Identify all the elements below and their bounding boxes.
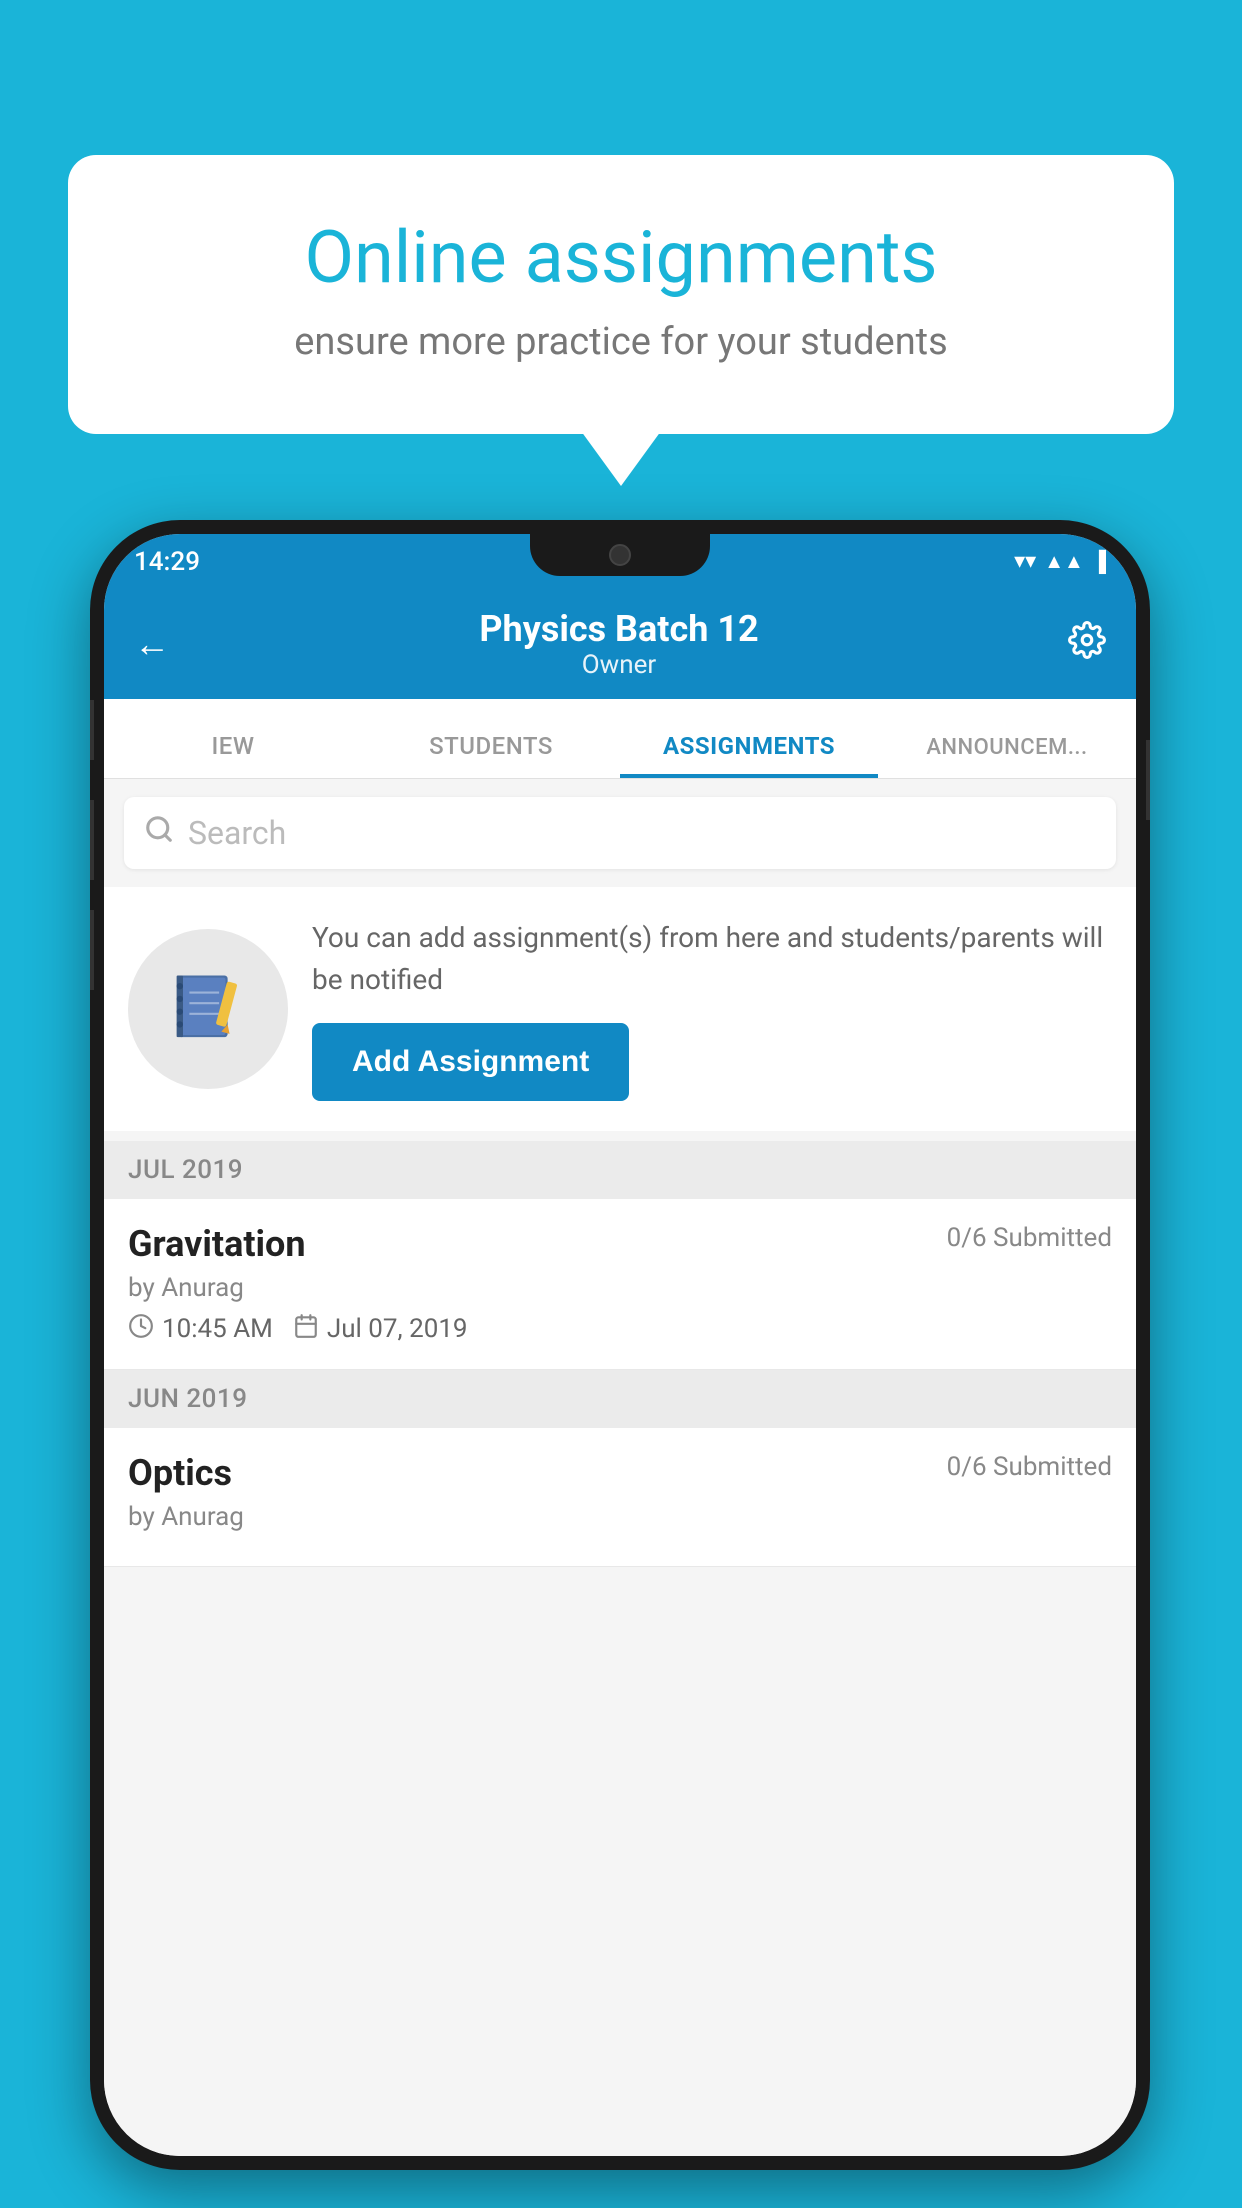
promo-section: You can add assignment(s) from here and … bbox=[104, 887, 1136, 1131]
tab-students[interactable]: STUDENTS bbox=[362, 732, 620, 778]
battery-icon: ▐ bbox=[1092, 549, 1106, 574]
bubble-subtitle: ensure more practice for your students bbox=[148, 320, 1094, 364]
assignment-name: Gravitation bbox=[128, 1223, 306, 1265]
assignment-submitted: 0/6 Submitted bbox=[947, 1223, 1112, 1253]
assignment-item-gravitation[interactable]: Gravitation 0/6 Submitted by Anurag 10:4… bbox=[104, 1199, 1136, 1370]
back-button[interactable]: ← bbox=[134, 623, 170, 665]
assignment-time: 10:45 AM bbox=[128, 1313, 273, 1345]
tab-iew[interactable]: IEW bbox=[104, 732, 362, 778]
notebook-icon bbox=[166, 967, 251, 1052]
bubble-title: Online assignments bbox=[148, 215, 1094, 300]
volume-silent-button bbox=[90, 700, 94, 760]
assignment-submitted-optics: 0/6 Submitted bbox=[947, 1452, 1112, 1482]
phone-notch bbox=[530, 534, 710, 576]
phone-screen: 14:29 ▾▾ ▲▲ ▐ ← Physics Batch 12 Owner bbox=[104, 534, 1136, 2156]
header-title: Physics Batch 12 bbox=[479, 608, 758, 650]
search-placeholder: Search bbox=[188, 814, 286, 852]
status-icons: ▾▾ ▲▲ ▐ bbox=[1014, 549, 1106, 574]
status-time: 14:29 bbox=[134, 547, 200, 577]
tabs-container: IEW STUDENTS ASSIGNMENTS ANNOUNCEM... bbox=[104, 699, 1136, 779]
tab-announcements[interactable]: ANNOUNCEM... bbox=[878, 735, 1136, 778]
wifi-icon: ▾▾ bbox=[1014, 549, 1036, 574]
promo-text-area: You can add assignment(s) from here and … bbox=[312, 917, 1112, 1101]
signal-icon: ▲▲ bbox=[1044, 549, 1084, 574]
header-center: Physics Batch 12 Owner bbox=[479, 608, 758, 680]
assignment-meta: 10:45 AM Jul 07, 2019 bbox=[128, 1313, 1112, 1345]
volume-up-button bbox=[90, 800, 94, 880]
app-header: ← Physics Batch 12 Owner bbox=[104, 589, 1136, 699]
assignment-row-top-optics: Optics 0/6 Submitted bbox=[128, 1452, 1112, 1494]
assignment-time-value: 10:45 AM bbox=[162, 1314, 273, 1344]
month-divider-jun: JUN 2019 bbox=[104, 1370, 1136, 1428]
search-bar[interactable]: Search bbox=[124, 797, 1116, 869]
promo-icon-circle bbox=[128, 929, 288, 1089]
assignment-date-value: Jul 07, 2019 bbox=[327, 1314, 468, 1344]
speech-bubble: Online assignments ensure more practice … bbox=[68, 155, 1174, 434]
front-camera bbox=[609, 544, 631, 566]
content-area: Search bbox=[104, 779, 1136, 2156]
tab-assignments[interactable]: ASSIGNMENTS bbox=[620, 732, 878, 778]
volume-down-button bbox=[90, 910, 94, 990]
power-button bbox=[1146, 740, 1150, 820]
speech-bubble-container: Online assignments ensure more practice … bbox=[68, 155, 1174, 434]
month-divider-jul: JUL 2019 bbox=[104, 1141, 1136, 1199]
calendar-icon bbox=[293, 1313, 319, 1345]
phone-frame: 14:29 ▾▾ ▲▲ ▐ ← Physics Batch 12 Owner bbox=[90, 520, 1150, 2170]
assignment-name-optics: Optics bbox=[128, 1452, 232, 1494]
assignment-row-top: Gravitation 0/6 Submitted bbox=[128, 1223, 1112, 1265]
promo-description: You can add assignment(s) from here and … bbox=[312, 917, 1112, 1001]
search-icon bbox=[144, 814, 174, 852]
add-assignment-button[interactable]: Add Assignment bbox=[312, 1023, 629, 1101]
header-subtitle: Owner bbox=[479, 650, 758, 680]
settings-button[interactable] bbox=[1068, 621, 1106, 668]
assignment-author-optics: by Anurag bbox=[128, 1502, 1112, 1532]
assignment-item-optics[interactable]: Optics 0/6 Submitted by Anurag bbox=[104, 1428, 1136, 1567]
assignment-date: Jul 07, 2019 bbox=[293, 1313, 468, 1345]
clock-icon bbox=[128, 1313, 154, 1345]
assignment-author: by Anurag bbox=[128, 1273, 1112, 1303]
